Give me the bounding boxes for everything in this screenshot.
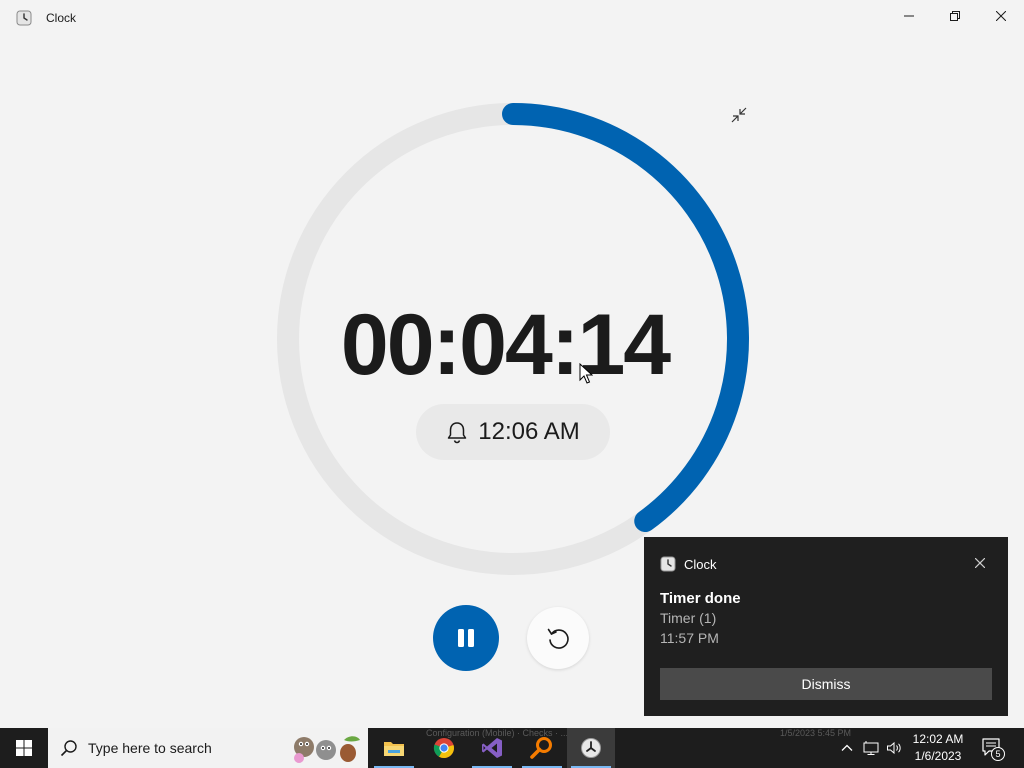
taskbar-search-box[interactable]: Type here to search: [48, 728, 368, 768]
taskbar: Type here to search Configuration (Mobil…: [0, 728, 1024, 768]
search-tool-icon: [530, 737, 552, 759]
bell-icon: [448, 422, 467, 444]
search-icon: [60, 740, 77, 757]
close-icon: [975, 558, 985, 568]
taskbar-clock[interactable]: [567, 728, 615, 768]
taskbar-visual-studio[interactable]: [468, 728, 516, 768]
file-explorer-icon: [384, 742, 404, 756]
notification-timer-name: Timer (1): [660, 610, 717, 626]
notification-app-name: Clock: [684, 557, 717, 572]
dismiss-button[interactable]: Dismiss: [660, 668, 992, 700]
timer-remaining: 00:04:14: [340, 297, 671, 393]
windows-logo-icon: [16, 740, 32, 756]
pause-button[interactable]: [433, 605, 499, 671]
taskbar-file-explorer[interactable]: [370, 728, 418, 768]
notification-title: Timer done: [660, 590, 741, 607]
mouse-cursor-icon: [579, 363, 593, 384]
network-icon[interactable]: [863, 740, 879, 756]
visual-studio-icon: [482, 738, 502, 758]
notification-close-button[interactable]: [970, 553, 990, 573]
timer-end-time-pill: 12:06 AM: [416, 404, 610, 460]
close-button[interactable]: [978, 0, 1024, 32]
reset-button[interactable]: [527, 607, 589, 669]
taskbar-search-tool[interactable]: [518, 728, 566, 768]
taskbar-clock-date[interactable]: 1/6/2023: [905, 749, 971, 763]
chevron-up-icon[interactable]: [839, 740, 855, 756]
pause-icon: [458, 629, 474, 647]
start-button[interactable]: [0, 728, 48, 768]
volume-icon[interactable]: [886, 740, 902, 756]
chrome-icon: [433, 738, 454, 759]
title-bar: Clock: [0, 0, 1024, 36]
notification-count-badge: 5: [991, 747, 1005, 761]
search-placeholder: Type here to search: [88, 740, 212, 756]
timer-done-notification: Clock Timer done Timer (1) 11:57 PM Dism…: [644, 537, 1008, 716]
taskbar-chrome[interactable]: [420, 728, 468, 768]
clock-app-icon: [660, 556, 676, 572]
taskbar-clock-time[interactable]: 12:02 AM: [905, 732, 971, 746]
restore-button[interactable]: [932, 0, 978, 32]
background-window-date: 1/5/2023 5:45 PM: [780, 728, 852, 738]
timer-end-time: 12:06 AM: [478, 418, 580, 445]
close-icon: [996, 11, 1006, 21]
minimize-icon: [904, 15, 914, 17]
notification-time: 11:57 PM: [660, 630, 719, 646]
window-title: Clock: [46, 11, 77, 25]
restore-icon: [950, 11, 960, 21]
reset-icon: [547, 628, 569, 649]
clock-app-icon: [16, 10, 32, 26]
minimize-button[interactable]: [886, 0, 932, 32]
clock-icon: [581, 738, 601, 758]
search-highlight-illustration: [294, 736, 360, 763]
